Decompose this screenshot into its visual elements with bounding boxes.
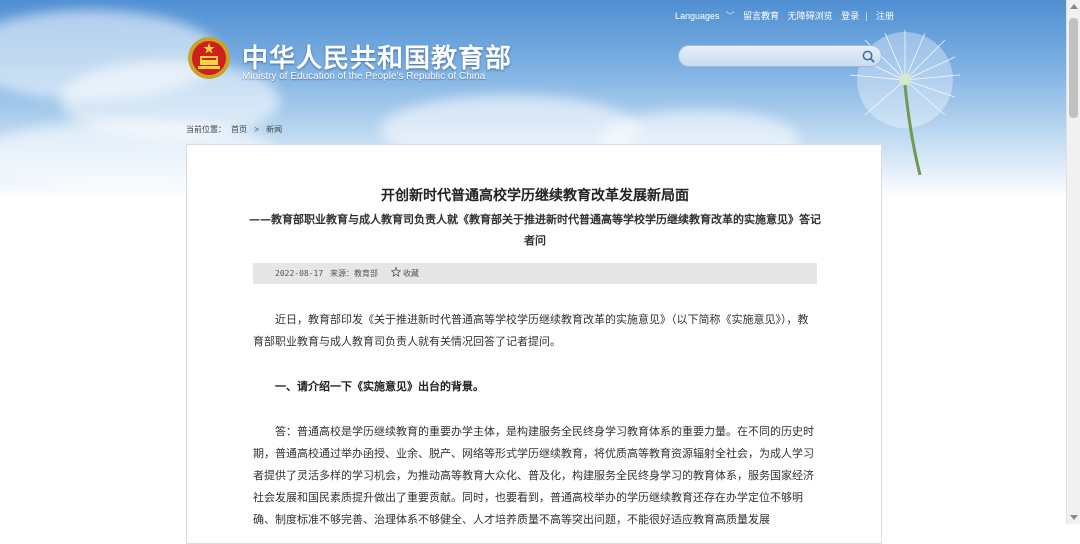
breadcrumb: 当前位置： 首页 > 新闻 — [186, 124, 287, 135]
message-link[interactable]: 留言教育 — [743, 11, 779, 21]
languages-link[interactable]: Languages — [675, 11, 720, 21]
article-paragraph: 近日，教育部印发《关于推进新时代普通高等学校学历继续教育改革的实施意见》（以下简… — [253, 313, 809, 348]
favorite-label: 收藏 — [403, 269, 419, 278]
article-title: 开创新时代普通高校学历继续教育改革发展新局面 — [381, 188, 689, 204]
vertical-scrollbar[interactable] — [1066, 0, 1080, 524]
top-navigation: Languages ﹀ 留言教育 无障碍浏览 登录 | 注册 — [675, 9, 900, 22]
site-title[interactable]: 中华人民共和国教育部 — [242, 38, 512, 75]
breadcrumb-current[interactable]: 新闻 — [266, 125, 282, 134]
article-paragraph: 答：普通高校是学历继续教育的重要办学主体，是构建服务全民终身学习教育体系的重要力… — [253, 425, 814, 526]
breadcrumb-label: 当前位置： — [186, 125, 226, 134]
chevron-down-icon[interactable]: ﹀ — [726, 11, 735, 21]
article-subtitle: ——教育部职业教育与成人教育司负责人就《教育部关于推进新时代普通高等学校学历继续… — [249, 213, 821, 247]
scroll-down-arrow-icon[interactable] — [1070, 515, 1078, 520]
breadcrumb-home[interactable]: 首页 — [231, 125, 247, 134]
register-link[interactable]: 注册 — [876, 11, 894, 21]
article-section-heading: 一、请介绍一下《实施意见》出台的背景。 — [275, 380, 484, 393]
national-emblem-icon — [188, 37, 230, 79]
favorite-button[interactable]: 收藏 — [391, 263, 419, 284]
article-panel: 开创新时代普通高校学历继续教育改革发展新局面 ——教育部职业教育与成人教育司负责… — [186, 144, 882, 544]
article-meta-bar: 2022-08-17 来源：教育部 收藏 — [253, 263, 817, 284]
scrollbar-thumb[interactable] — [1069, 18, 1078, 118]
breadcrumb-separator: > — [254, 125, 259, 134]
publish-date: 2022-08-17 — [275, 269, 324, 278]
accessibility-link[interactable]: 无障碍浏览 — [788, 11, 833, 21]
scroll-up-arrow-icon[interactable] — [1070, 4, 1078, 9]
search-input[interactable] — [678, 45, 882, 67]
login-link[interactable]: 登录 — [841, 11, 859, 21]
article-source: 来源：教育部 — [330, 269, 378, 278]
site-subtitle: Ministry of Education of the People's Re… — [242, 71, 486, 82]
star-icon — [391, 267, 401, 277]
divider: | — [865, 11, 868, 21]
search-icon[interactable] — [861, 49, 876, 64]
